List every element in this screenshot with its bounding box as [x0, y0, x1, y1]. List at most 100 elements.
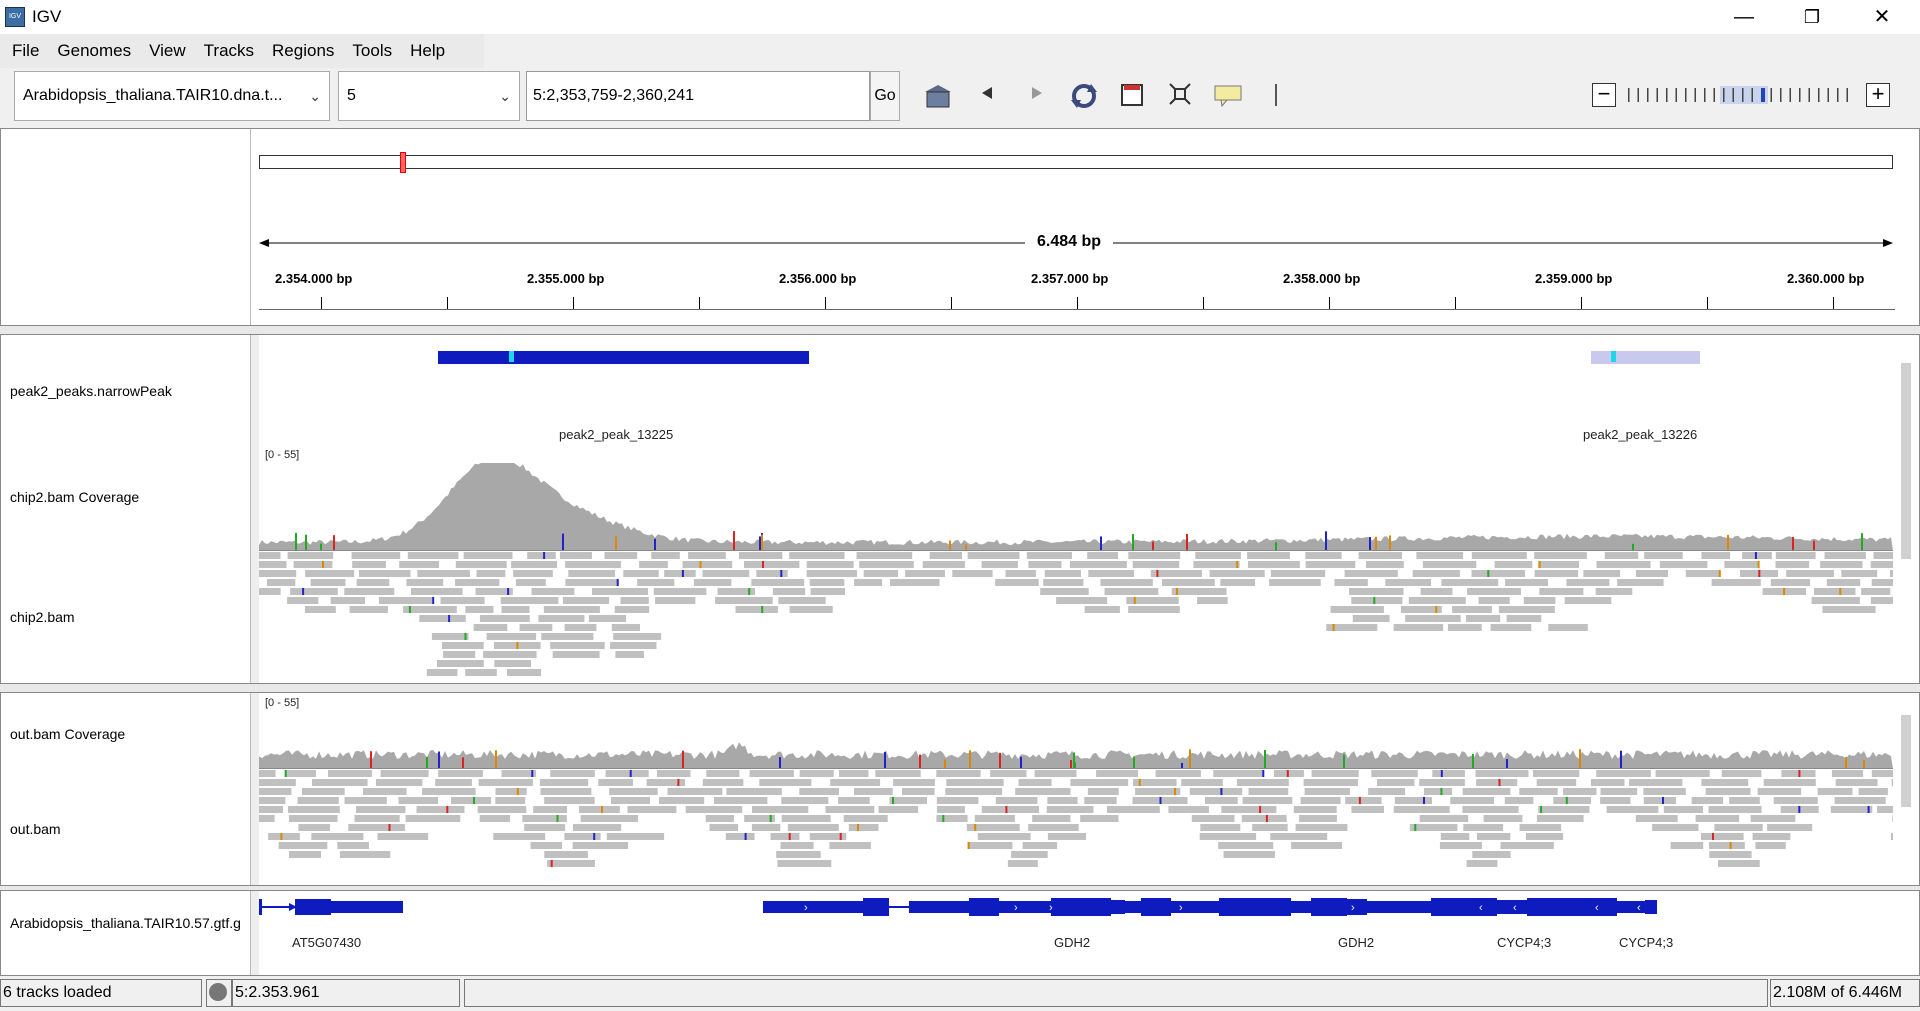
scrollbar[interactable] — [1901, 363, 1911, 559]
popup-text-icon[interactable] — [1212, 82, 1244, 112]
read — [1044, 570, 1081, 577]
track-name-chip-bam[interactable]: chip2.bam — [10, 609, 75, 625]
read-mismatch — [1565, 797, 1568, 804]
track-name-chip-coverage[interactable]: chip2.bam Coverage — [10, 489, 139, 505]
read — [1385, 579, 1432, 586]
read — [922, 561, 965, 568]
mismatch-bar — [1727, 534, 1729, 551]
menu-help[interactable]: Help — [401, 34, 454, 68]
zoom-in-button[interactable]: + — [1866, 83, 1890, 107]
roi-icon[interactable] — [1116, 82, 1148, 112]
gene-exon — [1617, 901, 1647, 913]
zoom-slider[interactable] — [1624, 84, 1856, 106]
track-name-out-coverage[interactable]: out.bam Coverage — [10, 726, 125, 742]
read — [655, 597, 696, 604]
read — [1087, 788, 1119, 795]
read — [259, 570, 297, 577]
genome-dropdown[interactable]: Arabidopsis_thaliana.TAIR10.dna.t... ⌄ — [14, 71, 330, 121]
mismatch-bar — [654, 538, 656, 551]
resize-icon[interactable] — [1164, 82, 1196, 112]
read — [337, 842, 369, 849]
read — [1834, 797, 1886, 804]
read — [1534, 552, 1587, 559]
scrollbar[interactable] — [1901, 715, 1911, 807]
menu-regions[interactable]: Regions — [263, 34, 343, 68]
chip-coverage-track[interactable] — [259, 459, 1893, 551]
chromosome-dropdown[interactable]: 5 ⌄ — [338, 71, 520, 121]
refresh-icon[interactable] — [1068, 82, 1100, 112]
read — [1168, 806, 1209, 813]
zoom-tick — [1818, 88, 1820, 102]
ruler-toggle-icon[interactable] — [1260, 82, 1292, 112]
chromosome-ideogram[interactable] — [259, 155, 1893, 169]
read — [305, 570, 355, 577]
out-alignment-track[interactable] — [259, 769, 1893, 883]
track-name-peaks[interactable]: peak2_peaks.narrowPeak — [10, 383, 172, 399]
minimize-icon: — — [1734, 6, 1754, 28]
read — [451, 797, 492, 804]
read — [435, 779, 472, 786]
read — [936, 797, 979, 804]
mismatch-bar — [779, 757, 781, 769]
read — [1195, 552, 1241, 559]
track-name-out-bam[interactable]: out.bam — [10, 821, 61, 837]
read — [863, 570, 898, 577]
panel-divider[interactable] — [0, 684, 1920, 692]
mismatch-bar — [1792, 537, 1794, 551]
zoom-highlight — [1739, 86, 1749, 104]
go-button[interactable]: Go — [870, 71, 900, 121]
read — [399, 561, 439, 568]
read — [1273, 770, 1304, 777]
read — [344, 797, 387, 804]
memory-status[interactable]: 2.108M of 6.446M — [1770, 979, 1920, 1007]
zoom-out-button[interactable]: − — [1592, 83, 1616, 107]
menu-genomes[interactable]: Genomes — [48, 34, 140, 68]
menu-file[interactable]: File — [0, 34, 48, 68]
minimize-button[interactable]: — — [1710, 0, 1778, 34]
read — [515, 579, 546, 586]
menu-view[interactable]: View — [140, 34, 195, 68]
track-name-gtf[interactable]: Arabidopsis_thaliana.TAIR10.57.gtf.g — [10, 915, 241, 931]
chip-alignment-track[interactable] — [259, 551, 1893, 681]
maximize-button[interactable]: ❐ — [1778, 0, 1846, 34]
mismatch-bar — [1813, 540, 1815, 551]
menu-tools[interactable]: Tools — [343, 34, 401, 68]
peak-feature[interactable] — [438, 351, 809, 364]
back-arrow-icon[interactable] — [972, 82, 1004, 112]
locus-input[interactable]: 5:2,353,759-2,360,241 — [526, 71, 870, 121]
read — [1034, 770, 1077, 777]
menu-tracks[interactable]: Tracks — [195, 34, 263, 68]
zoom-tick — [1827, 88, 1829, 102]
forward-arrow-icon[interactable] — [1020, 82, 1052, 112]
panel-divider[interactable] — [0, 326, 1920, 334]
read — [1252, 824, 1288, 831]
read — [559, 552, 592, 559]
read — [1087, 552, 1118, 559]
read — [259, 806, 283, 813]
read — [330, 597, 365, 604]
home-icon[interactable] — [922, 82, 954, 112]
read — [1213, 770, 1263, 777]
peak-feature[interactable] — [1591, 351, 1700, 364]
gene-annotation-track[interactable]: › › › › › ‹ ‹ ‹ ‹ — [259, 891, 1893, 975]
read — [356, 806, 406, 813]
close-button[interactable]: ✕ — [1848, 0, 1916, 34]
read — [1755, 842, 1786, 849]
read — [609, 788, 658, 795]
read — [455, 561, 507, 568]
zoom-tick — [1808, 88, 1810, 102]
strand-arrow: › — [1179, 902, 1183, 914]
read — [1084, 606, 1120, 613]
mismatch-bar — [969, 750, 971, 769]
gene-utr — [331, 901, 403, 913]
read — [539, 779, 589, 786]
read — [1221, 806, 1277, 813]
read — [1644, 552, 1683, 559]
read-mismatch — [1839, 588, 1842, 595]
read — [1659, 561, 1708, 568]
read-mismatch — [1729, 842, 1732, 849]
read — [297, 797, 339, 804]
read — [1817, 788, 1853, 795]
read — [1742, 552, 1772, 559]
out-coverage-track[interactable] — [259, 707, 1893, 769]
